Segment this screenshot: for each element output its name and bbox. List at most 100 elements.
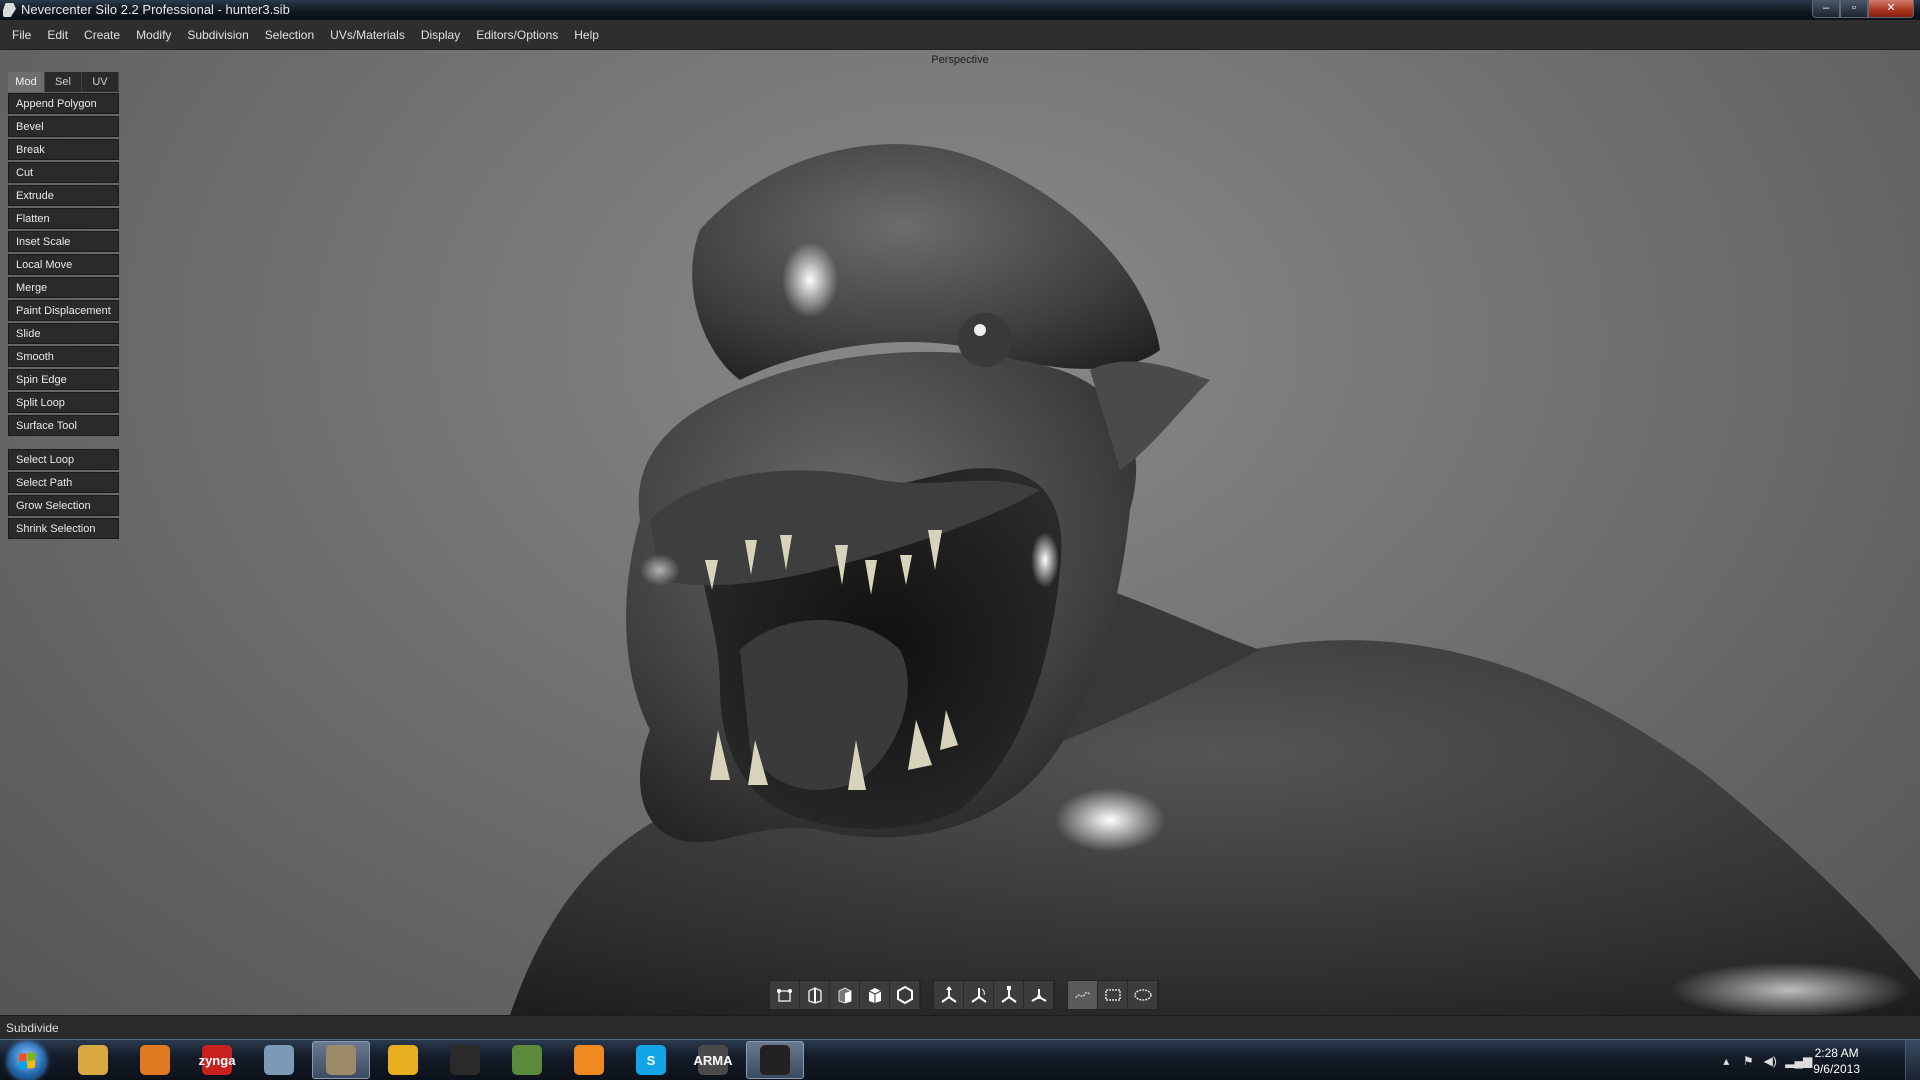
component-mode-group (769, 980, 921, 1010)
menu-modify[interactable]: Modify (128, 28, 179, 42)
bevel-button[interactable]: Bevel (8, 116, 119, 137)
taskbar-app-button[interactable]: ARMA (684, 1041, 742, 1079)
zynga-icon: zynga (199, 1045, 235, 1075)
move-manipulator-icon[interactable] (934, 981, 964, 1009)
minimize-button[interactable]: – (1812, 0, 1840, 18)
select-path-button[interactable]: Select Path (8, 472, 119, 493)
system-tray: ▴ ⚑ ◀) ▂▄▆ 2:28 AM 9/6/2013 (1719, 1040, 1860, 1080)
taskbar-app-button[interactable] (436, 1041, 494, 1079)
smooth-button[interactable]: Smooth (8, 346, 119, 367)
face-mode-icon[interactable] (830, 981, 860, 1009)
taskbar-app-button[interactable]: zynga (188, 1041, 246, 1079)
windows-taskbar: zynga S ARMA ▴ ⚑ ◀) ▂▄▆ 2:28 AM 9/6/2013 (0, 1039, 1920, 1080)
menu-help[interactable]: Help (566, 28, 607, 42)
edge-mode-icon[interactable] (800, 981, 830, 1009)
taskbar-app-button[interactable] (250, 1041, 308, 1079)
chrome-icon (388, 1045, 418, 1075)
tray-expand-icon[interactable]: ▴ (1719, 1054, 1733, 1068)
horse-app-icon (450, 1045, 480, 1075)
tool-panel: Mod Sel UV Append Polygon Bevel Break Cu… (8, 72, 119, 541)
orange-app-icon (574, 1045, 604, 1075)
scale-manipulator-icon[interactable] (994, 981, 1024, 1009)
taskbar-app-button[interactable] (312, 1041, 370, 1079)
break-button[interactable]: Break (8, 139, 119, 160)
object-mode-icon[interactable] (860, 981, 890, 1009)
perspective-viewport[interactable]: Perspective Mod Sel UV Append Polygon Be… (0, 50, 1920, 1015)
arma-icon: ARMA (694, 1045, 733, 1075)
menu-display[interactable]: Display (413, 28, 468, 42)
start-button[interactable] (8, 1042, 46, 1080)
show-desktop-button[interactable] (1905, 1040, 1920, 1080)
taskbar-app-button[interactable] (746, 1041, 804, 1079)
extrude-button[interactable]: Extrude (8, 185, 119, 206)
panel-spacer (8, 438, 119, 449)
paint-displacement-button[interactable]: Paint Displacement (8, 300, 119, 321)
action-center-flag-icon[interactable]: ⚑ (1741, 1054, 1755, 1068)
surface-tool-button[interactable]: Surface Tool (8, 415, 119, 436)
taskbar-apps: zynga S ARMA (64, 1041, 804, 1079)
menu-file[interactable]: File (4, 28, 39, 42)
window-controls: – ▫ ✕ (1812, 0, 1914, 18)
select-loop-button[interactable]: Select Loop (8, 449, 119, 470)
universal-manipulator-icon[interactable] (1024, 981, 1054, 1009)
spin-edge-button[interactable]: Spin Edge (8, 369, 119, 390)
panel-tabs: Mod Sel UV (8, 72, 119, 92)
grow-selection-button[interactable]: Grow Selection (8, 495, 119, 516)
silo-app-icon (3, 3, 16, 17)
rectangle-select-icon[interactable] (1098, 981, 1128, 1009)
status-text: Subdivide (6, 1021, 59, 1035)
windows-logo-icon (19, 1052, 35, 1070)
tab-sel[interactable]: Sel (45, 72, 82, 92)
steam-icon (326, 1045, 356, 1075)
menu-edit[interactable]: Edit (39, 28, 76, 42)
tab-uv[interactable]: UV (82, 72, 119, 92)
taskbar-app-button[interactable] (498, 1041, 556, 1079)
creature-model-render[interactable] (0, 50, 1920, 1015)
select-tool-group (1067, 980, 1159, 1010)
menu-uvs-materials[interactable]: UVs/Materials (322, 28, 413, 42)
taskbar-app-button[interactable] (64, 1041, 122, 1079)
menu-selection[interactable]: Selection (257, 28, 322, 42)
menu-subdivision[interactable]: Subdivision (179, 28, 256, 42)
selection-mode-toolbar (769, 980, 1171, 1010)
menu-bar: File Edit Create Modify Subdivision Sele… (0, 20, 1920, 50)
lasso-select-icon[interactable] (1128, 981, 1158, 1009)
split-loop-button[interactable]: Split Loop (8, 392, 119, 413)
window-title: Nevercenter Silo 2.2 Professional - hunt… (21, 2, 290, 17)
rotate-manipulator-icon[interactable] (964, 981, 994, 1009)
inset-scale-button[interactable]: Inset Scale (8, 231, 119, 252)
calculator-icon (264, 1045, 294, 1075)
cut-button[interactable]: Cut (8, 162, 119, 183)
taskbar-app-button[interactable] (374, 1041, 432, 1079)
title-bar: Nevercenter Silo 2.2 Professional - hunt… (0, 0, 1920, 20)
merge-button[interactable]: Merge (8, 277, 119, 298)
maximize-button[interactable]: ▫ (1840, 0, 1868, 18)
minecraft-icon (512, 1045, 542, 1075)
close-button[interactable]: ✕ (1868, 0, 1914, 18)
clock-date: 9/6/2013 (1813, 1061, 1860, 1076)
vertex-mode-icon[interactable] (770, 981, 800, 1009)
taskbar-app-button[interactable] (126, 1041, 184, 1079)
taskbar-app-button[interactable]: S (622, 1041, 680, 1079)
silo-icon (760, 1045, 790, 1075)
menu-create[interactable]: Create (76, 28, 128, 42)
shrink-selection-button[interactable]: Shrink Selection (8, 518, 119, 539)
clock-time: 2:28 AM (1814, 1045, 1859, 1060)
manipulator-group (933, 980, 1055, 1010)
paint-select-icon[interactable] (1068, 981, 1098, 1009)
menu-editors-options[interactable]: Editors/Options (468, 28, 566, 42)
status-bar: Subdivide (0, 1015, 1920, 1039)
local-move-button[interactable]: Local Move (8, 254, 119, 275)
hexagon-mode-icon[interactable] (890, 981, 920, 1009)
network-signal-icon[interactable]: ▂▄▆ (1785, 1054, 1812, 1068)
slide-button[interactable]: Slide (8, 323, 119, 344)
volume-icon[interactable]: ◀) (1763, 1054, 1777, 1068)
tab-mod[interactable]: Mod (8, 72, 45, 92)
silo-app-window: Nevercenter Silo 2.2 Professional - hunt… (0, 0, 1920, 1080)
flatten-button[interactable]: Flatten (8, 208, 119, 229)
append-polygon-button[interactable]: Append Polygon (8, 93, 119, 114)
taskbar-clock[interactable]: 2:28 AM 9/6/2013 (1813, 1045, 1860, 1077)
taskbar-app-button[interactable] (560, 1041, 618, 1079)
skype-icon: S (636, 1045, 666, 1075)
explorer-icon (78, 1045, 108, 1075)
